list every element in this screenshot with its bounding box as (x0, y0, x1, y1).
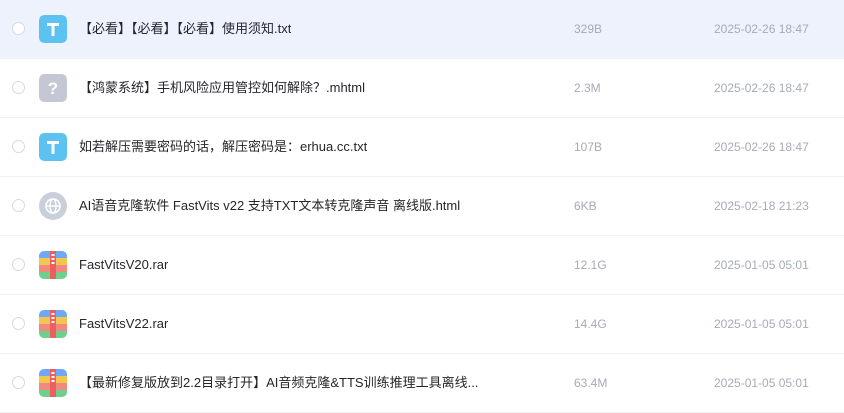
file-name[interactable]: FastVitsV20.rar (79, 256, 168, 274)
unknown-file-icon: ? (39, 74, 67, 102)
archive-file-icon (39, 251, 67, 279)
file-name[interactable]: FastVitsV22.rar (79, 315, 168, 333)
file-name[interactable]: 【最新修复版放到2.2目录打开】AI音频克隆&TTS训练推理工具离线... (79, 374, 478, 392)
row-checkbox[interactable] (12, 258, 25, 271)
file-list: 【必看】【必看】【必看】使用须知.txt 329B 2025-02-26 18:… (0, 0, 844, 413)
file-row[interactable]: AI语音克隆软件 FastVits v22 支持TXT文本转克隆声音 离线版.h… (0, 177, 844, 236)
file-date: 2025-01-05 05:01 (714, 258, 809, 272)
file-size: 12.1G (574, 258, 607, 272)
file-name[interactable]: 【必看】【必看】【必看】使用须知.txt (79, 20, 291, 38)
file-name[interactable]: AI语音克隆软件 FastVits v22 支持TXT文本转克隆声音 离线版.h… (79, 197, 460, 215)
file-size: 329B (574, 22, 603, 36)
file-row[interactable]: 如若解压需要密码的话，解压密码是：erhua.cc.txt 107B 2025-… (0, 118, 844, 177)
file-date: 2025-01-05 05:01 (714, 317, 809, 331)
archive-file-icon (39, 310, 67, 338)
web-file-icon (39, 192, 67, 220)
file-size: 2.3M (574, 81, 601, 95)
file-name[interactable]: 如若解压需要密码的话，解压密码是：erhua.cc.txt (79, 138, 367, 156)
row-checkbox[interactable] (12, 22, 25, 35)
file-size: 6KB (574, 199, 597, 213)
file-date: 2025-02-18 21:23 (714, 199, 809, 213)
file-row[interactable]: 【最新修复版放到2.2目录打开】AI音频克隆&TTS训练推理工具离线... 63… (0, 354, 844, 413)
text-file-icon (39, 15, 67, 43)
row-checkbox[interactable] (12, 81, 25, 94)
file-date: 2025-02-26 18:47 (714, 81, 809, 95)
file-name[interactable]: 【鸿蒙系统】手机风险应用管控如何解除？.mhtml (79, 79, 365, 97)
file-size: 14.4G (574, 317, 607, 331)
archive-file-icon (39, 369, 67, 397)
file-date: 2025-01-05 05:01 (714, 376, 809, 390)
file-date: 2025-02-26 18:47 (714, 140, 809, 154)
file-row[interactable]: FastVitsV22.rar 14.4G 2025-01-05 05:01 (0, 295, 844, 354)
file-date: 2025-02-26 18:47 (714, 22, 809, 36)
svg-text:?: ? (48, 79, 58, 98)
row-checkbox[interactable] (12, 317, 25, 330)
row-checkbox[interactable] (12, 199, 25, 212)
row-checkbox[interactable] (12, 140, 25, 153)
row-checkbox[interactable] (12, 376, 25, 389)
file-row[interactable]: 【必看】【必看】【必看】使用须知.txt 329B 2025-02-26 18:… (0, 0, 844, 59)
file-size: 63.4M (574, 376, 608, 390)
file-row[interactable]: FastVitsV20.rar 12.1G 2025-01-05 05:01 (0, 236, 844, 295)
text-file-icon (39, 133, 67, 161)
file-row[interactable]: ? 【鸿蒙系统】手机风险应用管控如何解除？.mhtml 2.3M 2025-02… (0, 59, 844, 118)
file-size: 107B (574, 140, 603, 154)
